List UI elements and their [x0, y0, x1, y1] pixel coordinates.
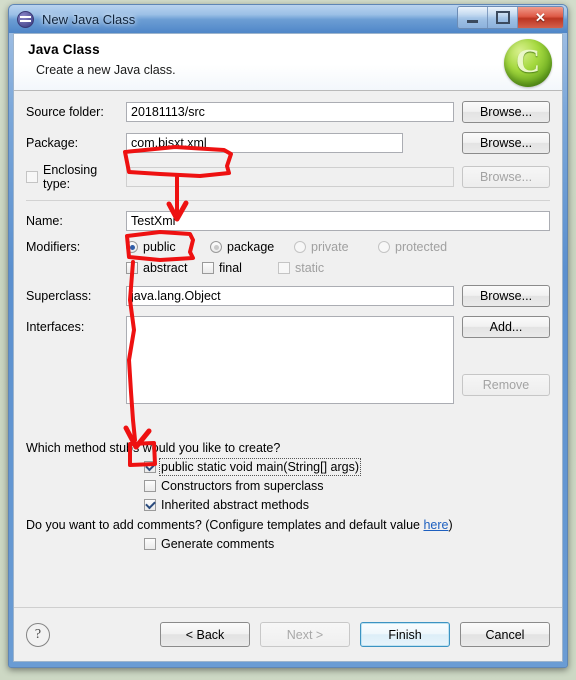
- footer-buttons: < Back Next > Finish Cancel: [150, 622, 550, 647]
- cancel-button[interactable]: Cancel: [460, 622, 550, 647]
- stub-main-method-label: public static void main(String[] args): [159, 458, 361, 476]
- eclipse-logo-icon: C: [504, 39, 552, 87]
- maximize-button[interactable]: [488, 7, 518, 28]
- modifiers-access-row: Modifiers: public package private protec…: [26, 240, 550, 254]
- comments-question-prefix: Do you want to add comments? (Configure …: [26, 518, 424, 532]
- superclass-label: Superclass:: [26, 289, 92, 303]
- modifier-public[interactable]: public: [126, 240, 210, 254]
- logo-letter: C: [515, 42, 541, 80]
- source-folder-label: Source folder:: [26, 105, 104, 119]
- interfaces-remove-button: Remove: [462, 374, 550, 396]
- interfaces-list[interactable]: [126, 316, 454, 404]
- modifier-package-label: package: [227, 240, 275, 254]
- next-button: Next >: [260, 622, 350, 647]
- interfaces-label: Interfaces:: [26, 320, 85, 334]
- help-icon[interactable]: ?: [26, 622, 50, 647]
- close-icon: ✕: [535, 9, 546, 25]
- modifier-final[interactable]: final: [202, 261, 278, 275]
- superclass-row: Superclass: java.lang.Object Browse...: [26, 285, 550, 307]
- close-button[interactable]: ✕: [518, 7, 563, 28]
- checkbox-final-icon[interactable]: [202, 262, 214, 274]
- modifier-protected: protected: [378, 240, 447, 254]
- form-divider: [26, 200, 550, 201]
- checkbox-static-icon: [278, 262, 290, 274]
- modifier-abstract-label: abstract: [143, 261, 188, 275]
- name-input[interactable]: TestXml: [126, 211, 550, 231]
- source-folder-input[interactable]: 20181113/src: [126, 102, 454, 122]
- maximize-icon: [495, 11, 510, 24]
- package-row: Package: com.bjsxt.xml Browse...: [26, 132, 550, 154]
- stub-main-method[interactable]: public static void main(String[] args): [144, 458, 550, 476]
- dialog-window: New Java Class ✕ Java Class Create a new…: [8, 4, 568, 668]
- enclosing-type-input: [126, 167, 454, 187]
- package-input[interactable]: com.bjsxt.xml: [126, 133, 403, 153]
- modifier-protected-label: protected: [395, 240, 448, 254]
- dialog-footer: ? < Back Next > Finish Cancel: [14, 607, 562, 661]
- modifier-abstract[interactable]: abstract: [126, 261, 202, 275]
- package-browse-button[interactable]: Browse...: [462, 132, 550, 154]
- checkbox-abstract-icon[interactable]: [126, 262, 138, 274]
- window-controls: ✕: [457, 6, 564, 29]
- title-bar[interactable]: New Java Class ✕: [9, 5, 567, 33]
- enclosing-type-checkbox[interactable]: [26, 171, 38, 183]
- modifier-package[interactable]: package: [210, 240, 294, 254]
- stub-inherited-abstract-label: Inherited abstract methods: [161, 498, 309, 512]
- finish-button[interactable]: Finish: [360, 622, 450, 647]
- source-folder-row: Source folder: 20181113/src Browse...: [26, 101, 550, 123]
- modifier-public-label: public: [143, 240, 176, 254]
- radio-protected-icon: [378, 241, 390, 253]
- modifier-static-label: static: [295, 261, 325, 275]
- page-title: Java Class: [28, 42, 100, 57]
- interfaces-buttons: Add... Remove: [454, 316, 550, 432]
- enclosing-type-browse-button: Browse...: [462, 166, 550, 188]
- modifiers-flags-row: abstract final static: [26, 261, 550, 275]
- minimize-icon: [467, 19, 478, 23]
- modifier-private: private: [294, 240, 378, 254]
- checkbox-constructors-icon[interactable]: [144, 480, 156, 492]
- dialog-header: Java Class Create a new Java class. C: [14, 34, 562, 91]
- modifier-static: static: [278, 261, 324, 275]
- package-label: Package:: [26, 136, 79, 150]
- modifier-private-label: private: [311, 240, 349, 254]
- stub-constructors-label: Constructors from superclass: [161, 479, 324, 493]
- interfaces-add-button[interactable]: Add...: [462, 316, 550, 338]
- java-class-icon: [17, 10, 34, 28]
- modifiers-label: Modifiers:: [26, 240, 81, 254]
- page-subtitle: Create a new Java class.: [36, 63, 176, 77]
- name-row: Name: TestXml: [26, 211, 550, 231]
- window-title: New Java Class: [42, 11, 136, 27]
- checkbox-main-method-icon[interactable]: [144, 461, 156, 473]
- radio-private-icon: [294, 241, 306, 253]
- interfaces-row: Interfaces: Add... Remove: [26, 316, 550, 432]
- back-button[interactable]: < Back: [160, 622, 250, 647]
- class-form: Source folder: 20181113/src Browse... Pa…: [14, 91, 562, 551]
- stub-inherited-abstract[interactable]: Inherited abstract methods: [144, 498, 550, 512]
- method-stubs-question: Which method stubs would you like to cre…: [26, 441, 281, 455]
- enclosing-type-label: Enclosing type:: [43, 163, 98, 191]
- checkbox-generate-comments-icon[interactable]: [144, 538, 156, 550]
- comments-question: Do you want to add comments? (Configure …: [26, 518, 550, 532]
- generate-comments-row[interactable]: Generate comments: [144, 537, 550, 551]
- generate-comments-label: Generate comments: [161, 537, 275, 551]
- configure-templates-link[interactable]: here: [423, 518, 448, 532]
- dialog-client-area: Java Class Create a new Java class. C So…: [13, 33, 563, 662]
- radio-package-icon[interactable]: [210, 241, 222, 253]
- name-label: Name:: [26, 214, 63, 228]
- superclass-browse-button[interactable]: Browse...: [462, 285, 550, 307]
- superclass-input[interactable]: java.lang.Object: [126, 286, 454, 306]
- stub-constructors[interactable]: Constructors from superclass: [144, 479, 550, 493]
- radio-public-icon[interactable]: [126, 241, 138, 253]
- checkbox-inherited-abstract-icon[interactable]: [144, 499, 156, 511]
- minimize-button[interactable]: [458, 7, 488, 28]
- source-folder-browse-button[interactable]: Browse...: [462, 101, 550, 123]
- enclosing-type-row: Enclosing type: Browse...: [26, 163, 550, 191]
- comments-question-suffix: ): [448, 518, 453, 532]
- modifier-final-label: final: [219, 261, 242, 275]
- enclosing-type-label-group: Enclosing type:: [26, 163, 126, 191]
